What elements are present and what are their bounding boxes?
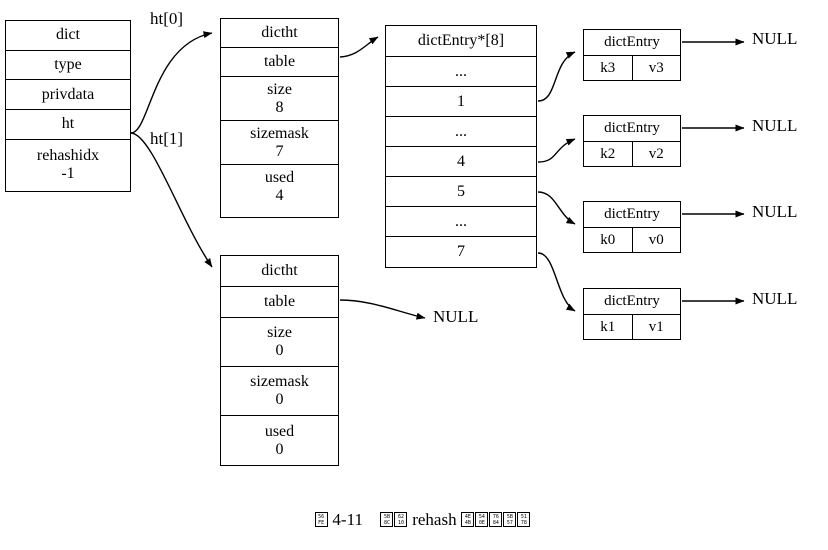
edge-bucket1-entry — [537, 51, 576, 102]
edge-bucket4-entry — [537, 138, 576, 163]
null-terminal-entry-k3: NULL — [752, 29, 798, 48]
dict-entry-k2-title: dictEntry — [584, 116, 680, 142]
dict-struct-title: dict — [6, 21, 130, 51]
missing-glyph-box: 4E 4B — [461, 512, 475, 527]
dict-entry-k0-title: dictEntry — [584, 202, 680, 228]
dictht0-title: dictht — [221, 19, 338, 48]
dict-field-ht: ht — [6, 109, 130, 140]
null-terminal-entry-k2: NULL — [752, 116, 798, 135]
bucket-array-header: dictEntry*[8] — [386, 26, 536, 57]
missing-glyph-box: 56 FE — [314, 512, 328, 527]
dict-entry-k0: dictEntry k0 v0 — [583, 201, 681, 253]
dict-entry-k1-value: v1 — [648, 318, 664, 335]
bucket-row-5: 5 — [386, 177, 536, 207]
dict-entry-k2-kv: k2 v2 — [584, 142, 680, 166]
bucket-row-ellipsis-0: ... — [386, 57, 536, 87]
dict-rehash-diagram: dict type privdata ht rehashidx -1 ht[0]… — [0, 0, 828, 529]
edge-ht0 — [130, 31, 213, 134]
dict-struct-box: dict type privdata ht rehashidx -1 — [5, 20, 131, 192]
dict-entry-k3: dictEntry k3 v3 — [583, 29, 681, 81]
dict-entry-k1-kv: k1 v1 — [584, 315, 680, 339]
caption-segment: rehash — [407, 510, 461, 529]
dictht1-field-table: table — [221, 287, 338, 318]
edge-bucket5-entry — [537, 191, 576, 225]
bucket-row-7: 7 — [386, 237, 536, 267]
edge-table1 — [339, 299, 426, 320]
missing-glyph-box: 51 78 — [517, 512, 531, 527]
bucket-row-4: 4 — [386, 147, 536, 177]
edge-table0 — [339, 36, 379, 58]
dictht0-box: dictht table size 8 sizemask 7 used 4 — [220, 18, 339, 218]
dict-entry-k0-kv: k0 v0 — [584, 228, 680, 252]
dict-entry-k0-key: k0 — [584, 228, 633, 252]
dictht1-field-sizemask: sizemask 0 — [221, 367, 338, 416]
bucket-array-box: dictEntry*[8] ... 1 ... 4 5 ... 7 — [385, 25, 537, 268]
missing-glyph-box: 5B 57 — [503, 512, 517, 527]
dict-field-type: type — [6, 50, 130, 81]
dictht0-field-sizemask: sizemask 7 — [221, 121, 338, 165]
dictht0-field-used: used 4 — [221, 165, 338, 209]
missing-glyph-box: 62 10 — [394, 512, 408, 527]
dictht1-field-size: size 0 — [221, 318, 338, 367]
dictht1-field-used: used 0 — [221, 416, 338, 465]
dict-entry-k3-key: k3 — [584, 56, 633, 80]
dict-entry-k2-value: v2 — [648, 145, 664, 162]
dict-field-rehashidx: rehashidx -1 — [6, 139, 130, 191]
missing-glyph-box: 54 0E — [475, 512, 489, 527]
dictht1-title: dictht — [221, 256, 338, 287]
dict-entry-k3-kv: k3 v3 — [584, 56, 680, 80]
dictht0-field-table: table — [221, 48, 338, 77]
missing-glyph-box: 76 84 — [489, 512, 503, 527]
dict-entry-k2-key: k2 — [584, 142, 633, 166]
missing-glyph-box: 5B 8C — [380, 512, 394, 527]
bucket-row-1: 1 — [386, 87, 536, 117]
dict-entry-k1-key: k1 — [584, 315, 633, 339]
bucket-row-ellipsis-1: ... — [386, 117, 536, 147]
dict-entry-k0-value: v0 — [648, 231, 664, 248]
caption-segment: 4-11 — [328, 510, 380, 529]
figure-caption: 56 FE 4-11 5B 8C 62 10 rehash 4E 4B 54 0E 76 84 5B… — [0, 490, 828, 550]
dictht1-box: dictht table size 0 sizemask 0 used 0 — [220, 255, 339, 466]
null-terminal-entry-k1: NULL — [752, 289, 798, 308]
dict-entry-k3-title: dictEntry — [584, 30, 680, 56]
dict-entry-k2: dictEntry k2 v2 — [583, 115, 681, 167]
pointer-label-ht1: ht[1] — [150, 129, 184, 148]
edge-ht1 — [130, 132, 213, 268]
dict-entry-k1: dictEntry k1 v1 — [583, 288, 681, 340]
dict-entry-k1-title: dictEntry — [584, 289, 680, 315]
figure-caption-text: 56 FE 4-11 5B 8C 62 10 rehash 4E 4B 54 0E 76 84 5B… — [314, 510, 531, 529]
dict-field-privdata: privdata — [6, 80, 130, 110]
pointer-label-ht0: ht[0] — [150, 9, 184, 28]
dictht0-field-size: size 8 — [221, 77, 338, 121]
null-terminal-entry-k0: NULL — [752, 202, 798, 221]
dict-entry-k3-value: v3 — [648, 59, 664, 76]
bucket-row-ellipsis-2: ... — [386, 207, 536, 237]
edge-bucket7-entry — [537, 252, 576, 312]
null-terminal-dictht1-table: NULL — [433, 307, 479, 326]
